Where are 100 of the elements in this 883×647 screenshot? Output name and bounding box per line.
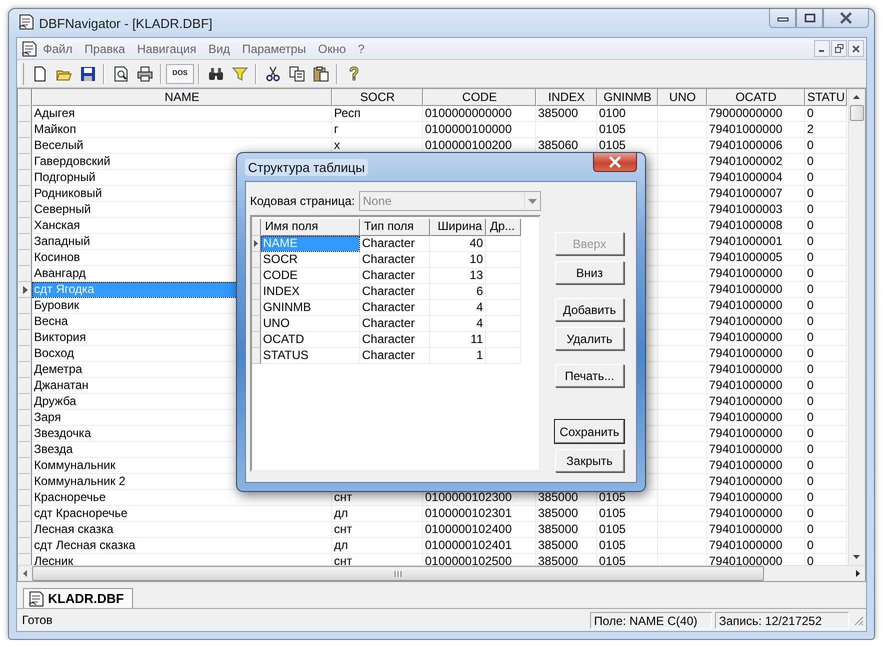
row-header[interactable] <box>18 170 32 186</box>
table-cell: 0 <box>805 314 847 330</box>
new-file-icon[interactable] <box>32 66 48 82</box>
row-header[interactable] <box>18 346 32 362</box>
table-cell: 0 <box>805 538 847 554</box>
column-header[interactable]: OCATD <box>707 89 805 106</box>
row-header[interactable] <box>18 154 32 170</box>
printer-icon[interactable] <box>136 66 152 82</box>
column-header[interactable]: CODE <box>423 89 536 106</box>
row-header[interactable] <box>18 538 32 554</box>
table-cell: Лесная сказка <box>32 522 332 538</box>
dialog-button[interactable]: Вниз <box>555 261 624 284</box>
menu-item[interactable]: Навигация <box>131 42 202 56</box>
dialog-button[interactable]: Удалить <box>555 327 624 350</box>
row-header[interactable] <box>18 282 32 298</box>
dialog-button[interactable]: Добавить <box>555 298 624 321</box>
row-header[interactable] <box>252 332 261 348</box>
column-header[interactable]: Имя поля <box>261 219 360 236</box>
row-header[interactable] <box>252 284 261 300</box>
row-header[interactable] <box>18 506 32 522</box>
row-header[interactable] <box>18 186 32 202</box>
scrollbar-thumb[interactable] <box>850 105 864 121</box>
table-cell: 0 <box>805 138 847 154</box>
table-cell: SOCR <box>261 252 360 268</box>
table-cell: 79401000000 <box>707 474 805 490</box>
dialog-button[interactable]: Закрыть <box>555 449 624 472</box>
row-header[interactable] <box>18 298 32 314</box>
row-header[interactable] <box>18 314 32 330</box>
row-header[interactable] <box>252 348 261 364</box>
column-header[interactable]: Ширина <box>430 219 486 236</box>
document-icon <box>28 590 44 606</box>
scissors-icon[interactable] <box>264 66 280 82</box>
binoculars-icon[interactable] <box>208 66 224 82</box>
row-header[interactable] <box>18 362 32 378</box>
document-icon[interactable] <box>21 40 37 56</box>
table-cell: 0105 <box>597 122 658 138</box>
row-header[interactable] <box>18 218 32 234</box>
dialog-button[interactable]: Сохранить <box>555 420 624 443</box>
row-header[interactable] <box>18 138 32 154</box>
menu-item[interactable]: Вид <box>202 42 236 56</box>
table-cell: 79401000000 <box>707 122 805 138</box>
menu-item[interactable]: Параметры <box>236 42 312 56</box>
row-header[interactable] <box>18 426 32 442</box>
minimize-button[interactable] <box>769 9 796 28</box>
row-header[interactable] <box>18 394 32 410</box>
table-cell: 0 <box>805 266 847 282</box>
row-header[interactable] <box>252 316 261 332</box>
row-header[interactable] <box>18 266 32 282</box>
print-preview-icon[interactable] <box>112 66 128 82</box>
menu-item[interactable]: Файл <box>37 42 79 56</box>
table-cell: 385000 <box>536 538 597 554</box>
column-header[interactable]: GNINMB <box>597 89 658 106</box>
copy-icon[interactable] <box>288 66 304 82</box>
row-header[interactable] <box>18 106 32 122</box>
row-header[interactable] <box>252 268 261 284</box>
row-header[interactable] <box>18 410 32 426</box>
column-header[interactable]: STATU <box>805 89 847 106</box>
row-header[interactable] <box>18 250 32 266</box>
scrollbar-thumb[interactable] <box>32 566 764 581</box>
row-header[interactable] <box>18 202 32 218</box>
row-header[interactable] <box>252 236 261 252</box>
menu-item[interactable]: ? <box>352 42 371 56</box>
row-header[interactable] <box>18 458 32 474</box>
size-grip-icon[interactable] <box>852 614 864 626</box>
clipboard-icon[interactable] <box>312 66 328 82</box>
dialog-button[interactable]: Печать... <box>555 364 624 387</box>
column-header[interactable]: UNO <box>658 89 707 106</box>
menu-item[interactable]: Правка <box>78 42 132 56</box>
table-cell: 0 <box>805 410 847 426</box>
row-header[interactable] <box>18 330 32 346</box>
table-cell: Character <box>360 284 430 300</box>
minimize-button[interactable] <box>814 40 830 57</box>
row-header[interactable] <box>252 300 261 316</box>
table-cell: Майкоп <box>32 122 332 138</box>
maximize-button[interactable] <box>796 9 823 28</box>
close-button[interactable] <box>593 153 637 172</box>
column-header[interactable]: INDEX <box>536 89 597 106</box>
column-header[interactable]: Др... <box>486 219 521 236</box>
close-button[interactable] <box>848 40 864 57</box>
restore-button[interactable] <box>831 40 847 57</box>
filter-icon[interactable] <box>232 66 248 82</box>
row-header[interactable] <box>18 378 32 394</box>
vertical-scrollbar[interactable] <box>848 89 865 565</box>
column-header[interactable]: Тип поля <box>360 219 430 236</box>
restore-icon <box>834 44 844 53</box>
save-icon[interactable] <box>80 66 96 82</box>
row-header[interactable] <box>252 252 261 268</box>
horizontal-scrollbar[interactable] <box>18 565 865 581</box>
row-header[interactable] <box>18 522 32 538</box>
file-tab[interactable]: KLADR.DBF <box>23 588 133 608</box>
row-header[interactable] <box>18 442 32 458</box>
close-button[interactable] <box>823 9 869 28</box>
row-header[interactable] <box>18 122 32 138</box>
row-header[interactable] <box>18 490 32 506</box>
menu-item[interactable]: Окно <box>312 42 352 56</box>
maximize-icon <box>804 13 816 23</box>
column-header[interactable]: NAME <box>32 89 332 106</box>
column-header[interactable]: SOCR <box>332 89 423 106</box>
row-header[interactable] <box>18 474 32 490</box>
row-header[interactable] <box>18 234 32 250</box>
